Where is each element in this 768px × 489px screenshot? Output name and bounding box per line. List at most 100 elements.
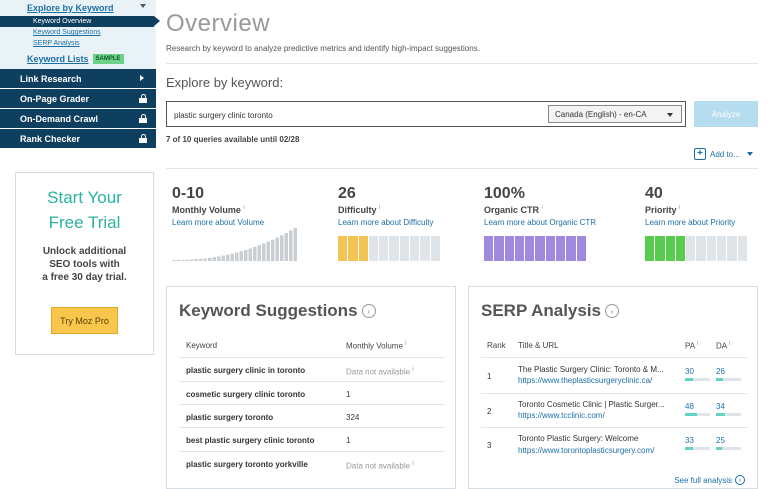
sidebar-item-serp-analysis[interactable]: SERP Analysis: [0, 38, 156, 49]
sidebar: Explore by Keyword Keyword Overview Keyw…: [0, 0, 160, 489]
pa-value: 30: [685, 367, 694, 376]
bar-segment: [514, 236, 525, 261]
volume-cell: Data not available i: [346, 366, 414, 377]
metric-value: 26: [338, 185, 356, 202]
keyword-search-input[interactable]: plastic surgery clinic toronto Canada (E…: [166, 101, 686, 127]
bar-segment: [655, 236, 665, 261]
volume-histogram-bar: [194, 259, 198, 261]
sidebar-item-keyword-suggestions[interactable]: Keyword Suggestions: [0, 27, 156, 38]
volume-histogram-bar: [176, 259, 180, 261]
volume-histogram-bar: [244, 249, 248, 261]
bar-segment: [535, 236, 545, 261]
serp-analysis-card: SERP Analysis › Rank Title & URL PA i DA…: [468, 286, 758, 489]
result-url[interactable]: https://www.tcclinic.com/: [518, 411, 605, 420]
table-row[interactable]: 2 Toronto Cosmetic Clinic | Plastic Surg…: [481, 393, 747, 427]
learn-more-link[interactable]: Learn more about Volume: [172, 218, 264, 227]
result-title[interactable]: Toronto Plastic Surgery: Welcome: [518, 434, 638, 443]
trial-text: Unlock additional SEO tools with a free …: [16, 245, 153, 284]
volume-histogram-bar: [239, 251, 243, 261]
nav-link-research[interactable]: Link Research: [0, 69, 156, 88]
locale-select-value: Canada (English) - en-CA: [555, 110, 647, 119]
volume-histogram-bar: [289, 230, 293, 261]
bar-segment: [389, 236, 399, 261]
keyword-cell: best plastic surgery clinic toronto: [186, 436, 315, 445]
volume-histogram-bar: [293, 228, 297, 261]
table-row[interactable]: plastic surgery clinic in toronto Data n…: [179, 357, 445, 381]
bar-segment: [410, 236, 420, 261]
explore-submenu: Keyword Overview Keyword Suggestions SER…: [0, 15, 160, 49]
keyword-suggestions-title: Keyword Suggestions: [179, 301, 358, 320]
table-row[interactable]: 3 Toronto Plastic Surgery: Welcome https…: [481, 427, 747, 463]
divider: [166, 168, 758, 169]
bar-segment: [420, 236, 430, 261]
locale-select[interactable]: Canada (English) - en-CA: [548, 105, 682, 123]
difficulty-bar: [338, 236, 440, 261]
chevron-right-circle-icon[interactable]: ›: [361, 304, 376, 318]
result-title[interactable]: Toronto Cosmetic Clinic | Plastic Surger…: [518, 400, 665, 409]
metric-label: Difficulty i: [338, 205, 381, 215]
try-moz-pro-button[interactable]: Try Moz Pro: [51, 307, 118, 334]
volume-histogram: [172, 228, 297, 261]
analyze-button[interactable]: Analyze: [694, 101, 758, 127]
bar-segment: [379, 236, 389, 261]
lock-icon: [139, 94, 147, 103]
explore-label: Explore by keyword:: [166, 75, 284, 90]
table-row[interactable]: cosmetic surgery clinic toronto 1: [179, 381, 445, 404]
trial-text-line1: Unlock additional: [42, 246, 127, 257]
metric-label: Priority i: [645, 205, 681, 215]
bar-segment: [566, 236, 576, 261]
table-row[interactable]: best plastic surgery clinic toronto 1: [179, 427, 445, 451]
metric-value: 100%: [484, 185, 525, 202]
nav-on-demand-crawl-label: On-Demand Crawl: [20, 113, 99, 124]
volume-histogram-bar: [190, 259, 194, 261]
bar-segment: [348, 236, 358, 261]
metric-organic-ctr: 100% Organic CTR i Learn more about Orga…: [484, 185, 596, 227]
chevron-right-circle-icon[interactable]: ›: [605, 304, 620, 318]
volume-histogram-bar: [230, 253, 234, 261]
metric-value: 40: [645, 185, 663, 202]
volume-histogram-bar: [199, 258, 203, 261]
trial-text-line2: SEO tools with: [49, 259, 120, 270]
nav-on-demand-crawl[interactable]: On-Demand Crawl: [0, 109, 156, 128]
keyword-cell: plastic surgery toronto: [186, 413, 274, 422]
metric-difficulty: 26 Difficulty i Learn more about Difficu…: [338, 185, 433, 227]
volume-histogram-bar: [221, 255, 225, 261]
chevron-right-icon: [140, 75, 144, 81]
nav-keyword-lists[interactable]: Keyword Lists SAMPLE: [0, 49, 156, 69]
result-url[interactable]: https://www.torontoplasticsurgery.com/: [518, 446, 654, 455]
lock-icon: [139, 114, 147, 123]
chevron-down-icon: [140, 4, 146, 8]
volume-cell: 1: [346, 436, 351, 445]
volume-histogram-bar: [253, 246, 257, 261]
priority-bar: [645, 236, 747, 261]
learn-more-link[interactable]: Learn more about Organic CTR: [484, 218, 596, 227]
nav-on-page-grader[interactable]: On-Page Grader: [0, 89, 156, 108]
nav-explore-by-keyword[interactable]: Explore by Keyword: [0, 0, 156, 15]
trial-text-line3: a free 30 day trial.: [42, 272, 127, 283]
page-title: Overview: [166, 10, 271, 37]
page-description: Research by keyword to analyze predictiv…: [166, 44, 480, 53]
nav-rank-checker[interactable]: Rank Checker: [0, 129, 156, 148]
learn-more-link[interactable]: Learn more about Difficulty: [338, 218, 433, 227]
col-rank: Rank: [487, 341, 506, 350]
search-query-text: plastic surgery clinic toronto: [174, 111, 273, 120]
metric-priority: 40 Priority i Learn more about Priority: [645, 185, 735, 227]
table-row[interactable]: plastic surgery toronto 324: [179, 404, 445, 427]
volume-histogram-bar: [226, 254, 230, 261]
result-url[interactable]: https://www.theplasticsurgeryclinic.ca/: [518, 376, 652, 385]
bar-segment: [706, 236, 717, 261]
nav-on-page-grader-label: On-Page Grader: [20, 93, 90, 104]
da-bar: [716, 447, 741, 450]
metric-value: 0-10: [172, 185, 205, 202]
volume-histogram-bar: [271, 239, 275, 261]
table-row[interactable]: plastic surgery toronto yorkville Data n…: [179, 451, 445, 475]
bar-segment: [576, 236, 586, 261]
bar-segment: [368, 236, 379, 261]
keyword-suggestions-card: Keyword Suggestions › Keyword Monthly Vo…: [166, 286, 456, 489]
sidebar-item-keyword-overview[interactable]: Keyword Overview: [0, 16, 160, 27]
add-to-button[interactable]: + Add to...: [694, 148, 753, 160]
learn-more-link[interactable]: Learn more about Priority: [645, 218, 735, 227]
see-full-analysis-link[interactable]: See full analysis ›: [674, 475, 745, 485]
result-title[interactable]: The Plastic Surgery Clinic: Toronto & M.…: [518, 365, 664, 374]
table-row[interactable]: 1 The Plastic Surgery Clinic: Toronto & …: [481, 357, 747, 393]
